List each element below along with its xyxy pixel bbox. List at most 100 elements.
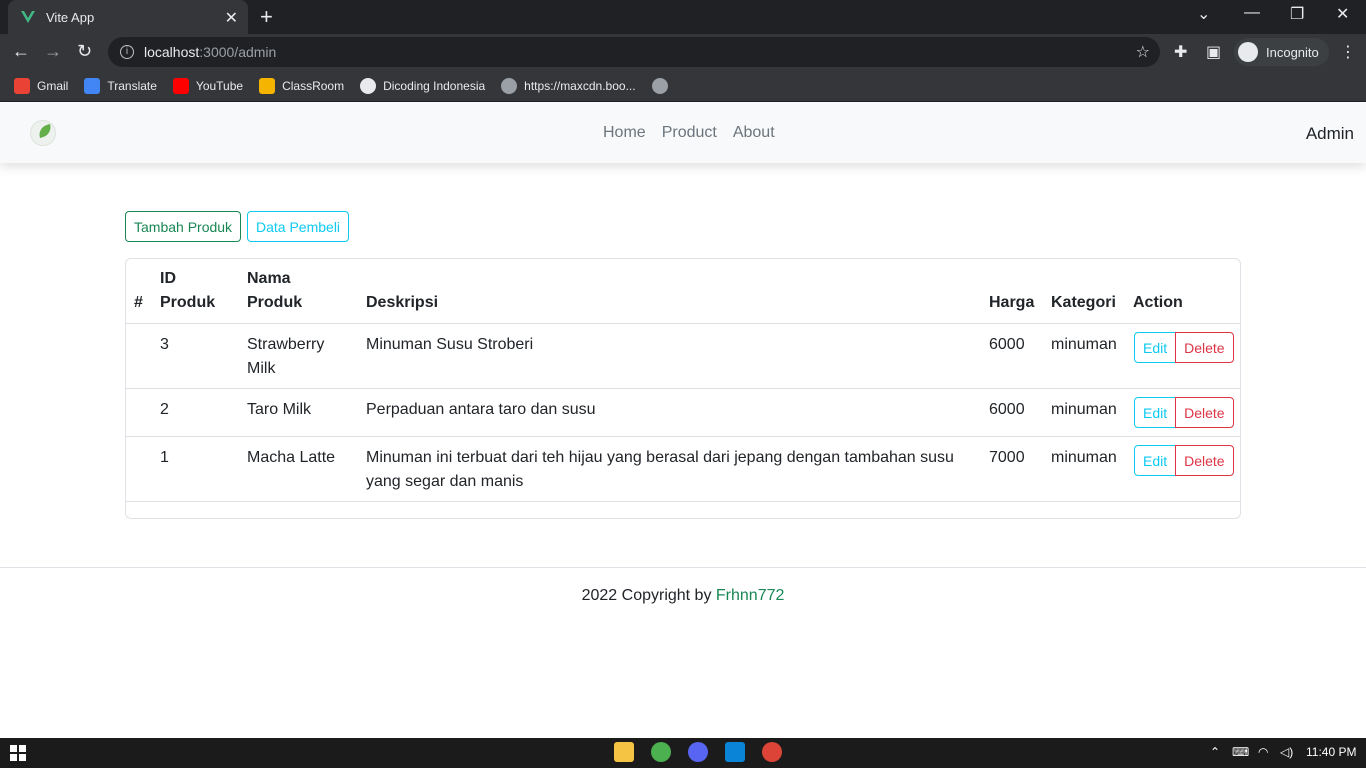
wifi-icon[interactable]: ◠ [1258, 745, 1268, 759]
nav-home-link[interactable]: Home [603, 124, 646, 142]
chrome-icon[interactable] [651, 742, 671, 762]
products-table-card: # ID Produk Nama Produk Deskripsi Harga Ka… [125, 258, 1241, 519]
bookmark-translate[interactable]: Translate [84, 77, 157, 94]
windows-start-icon[interactable] [10, 745, 26, 761]
header-action: Action [1133, 294, 1183, 311]
header-harga: Harga [989, 294, 1035, 311]
bookmark-label: https://maxcdn.boo... [524, 78, 636, 93]
bookmark-label: ClassRoom [282, 78, 345, 93]
cell-kategori: minuman [1051, 401, 1117, 418]
app-logo[interactable] [30, 120, 56, 146]
header-kategori: Kategori [1051, 294, 1116, 311]
bookmark-maxcdn[interactable]: https://maxcdn.boo... [501, 77, 636, 94]
table-row: 3 Strawberry Milk Minuman Susu Stroberi … [126, 324, 1240, 389]
side-panel-icon[interactable]: ▣ [1206, 42, 1221, 62]
edit-button[interactable]: Edit [1134, 332, 1177, 363]
classroom-icon [259, 77, 276, 94]
back-icon[interactable]: ← [12, 41, 30, 62]
bookmark-classroom[interactable]: ClassRoom [259, 77, 345, 94]
nav-about-link[interactable]: About [733, 124, 775, 142]
delete-button[interactable]: Delete [1175, 445, 1234, 476]
bookmark-globe[interactable] [651, 77, 675, 94]
nav-product-link[interactable]: Product [662, 124, 717, 142]
bookmark-youtube[interactable]: YouTube [172, 77, 244, 94]
discord-icon[interactable] [688, 742, 708, 762]
cell-nama: Taro Milk [247, 401, 312, 418]
browser-tab[interactable]: Vite App ✕ [8, 0, 248, 34]
chevron-up-icon[interactable]: ⌃ [1210, 745, 1220, 759]
admin-link[interactable]: Admin [1306, 124, 1354, 144]
cell-id: 1 [160, 449, 169, 466]
cell-harga: 6000 [989, 336, 1025, 353]
browser-tab-bar: Vite App ✕ + ⌄ — ❐ ✕ [0, 0, 1366, 34]
bookmark-label: Gmail [37, 78, 69, 93]
app-navbar: Home Product About Admin [0, 103, 1366, 163]
language-icon[interactable]: ⌨ [1232, 745, 1249, 759]
delete-button[interactable]: Delete [1175, 397, 1234, 428]
table-row: 1 Macha Latte Minuman ini terbuat dari t… [126, 437, 1240, 502]
bookmark-label: Dicoding Indonesia [383, 78, 486, 93]
nav-links: Home Product About [603, 124, 775, 142]
header-hash: # [134, 294, 143, 311]
extensions-icon[interactable]: ✚ [1174, 42, 1187, 62]
bookmark-label: YouTube [195, 78, 244, 93]
chrome-active-icon[interactable] [762, 742, 782, 762]
address-toolbar: ← → ↻ i localhost:3000/admin ☆ ✚ ▣ Incog… [0, 34, 1366, 70]
edit-button[interactable]: Edit [1134, 397, 1177, 428]
cell-id: 2 [160, 401, 169, 418]
youtube-icon [172, 77, 189, 94]
cell-harga: 6000 [989, 401, 1025, 418]
window-close-icon[interactable]: ✕ [1336, 4, 1349, 24]
new-tab-icon[interactable]: + [260, 4, 273, 30]
restore-icon[interactable]: ❐ [1290, 4, 1304, 24]
vite-logo-icon [21, 11, 35, 23]
address-bar[interactable]: i localhost:3000/admin ☆ [108, 37, 1160, 67]
cell-deskripsi: Minuman Susu Stroberi [366, 336, 534, 353]
header-id-line2: Produk [160, 294, 216, 311]
minimize-icon[interactable]: — [1244, 4, 1260, 22]
header-id-line1: ID [160, 270, 176, 287]
translate-icon [84, 77, 101, 94]
row-actions: Edit Delete [1134, 445, 1234, 476]
vscode-icon[interactable] [725, 742, 745, 762]
header-nama: Nama Produk [247, 267, 347, 315]
copyright-text: 2022 Copyright by [581, 587, 716, 604]
site-info-icon[interactable]: i [120, 45, 134, 59]
bookmark-label: Translate [107, 78, 157, 93]
bookmark-star-icon[interactable]: ☆ [1136, 42, 1150, 62]
forward-icon[interactable]: → [44, 41, 62, 62]
author-link[interactable]: Frhnn772 [716, 587, 785, 604]
reload-icon[interactable]: ↻ [77, 41, 92, 62]
delete-button[interactable]: Delete [1175, 332, 1234, 363]
add-product-button[interactable]: Tambah Produk [125, 211, 242, 242]
edit-button[interactable]: Edit [1134, 445, 1177, 476]
menu-kebab-icon[interactable]: ⋮ [1340, 42, 1356, 62]
chevron-down-icon[interactable]: ⌄ [1197, 4, 1210, 24]
clock-time[interactable]: 11:40 PM [1306, 745, 1356, 759]
cell-harga: 7000 [989, 449, 1025, 466]
bookmark-gmail[interactable]: Gmail [14, 77, 69, 94]
cell-kategori: minuman [1051, 336, 1117, 353]
header-deskripsi: Deskripsi [366, 294, 439, 311]
leaf-icon [36, 123, 54, 139]
header-id: ID Produk [160, 267, 215, 315]
close-tab-icon[interactable]: ✕ [225, 8, 238, 28]
row-actions: Edit Delete [1134, 397, 1234, 428]
gmail-icon [14, 77, 30, 94]
cell-deskripsi: Minuman ini terbuat dari teh hijau yang … [366, 449, 954, 490]
bookmark-dicoding[interactable]: Dicoding Indonesia [360, 77, 486, 94]
table-row: 2 Taro Milk Perpaduan antara taro dan su… [126, 389, 1240, 437]
cell-kategori: minuman [1051, 449, 1117, 466]
volume-icon[interactable]: ◁) [1280, 745, 1293, 759]
url-path: :3000/admin [199, 44, 277, 60]
cell-nama: Macha Latte [247, 449, 336, 466]
file-explorer-icon[interactable] [614, 742, 634, 762]
page-footer: 2022 Copyright by Frhnn772 [0, 567, 1366, 605]
incognito-badge[interactable]: Incognito [1234, 38, 1329, 66]
cell-id: 3 [160, 336, 169, 353]
globe-icon [651, 77, 668, 94]
incognito-label: Incognito [1266, 44, 1319, 60]
row-actions: Edit Delete [1134, 332, 1234, 363]
windows-taskbar: ⌃ ⌨ ◠ ◁) 11:40 PM [0, 738, 1366, 768]
buyer-data-button[interactable]: Data Pembeli [247, 211, 350, 242]
